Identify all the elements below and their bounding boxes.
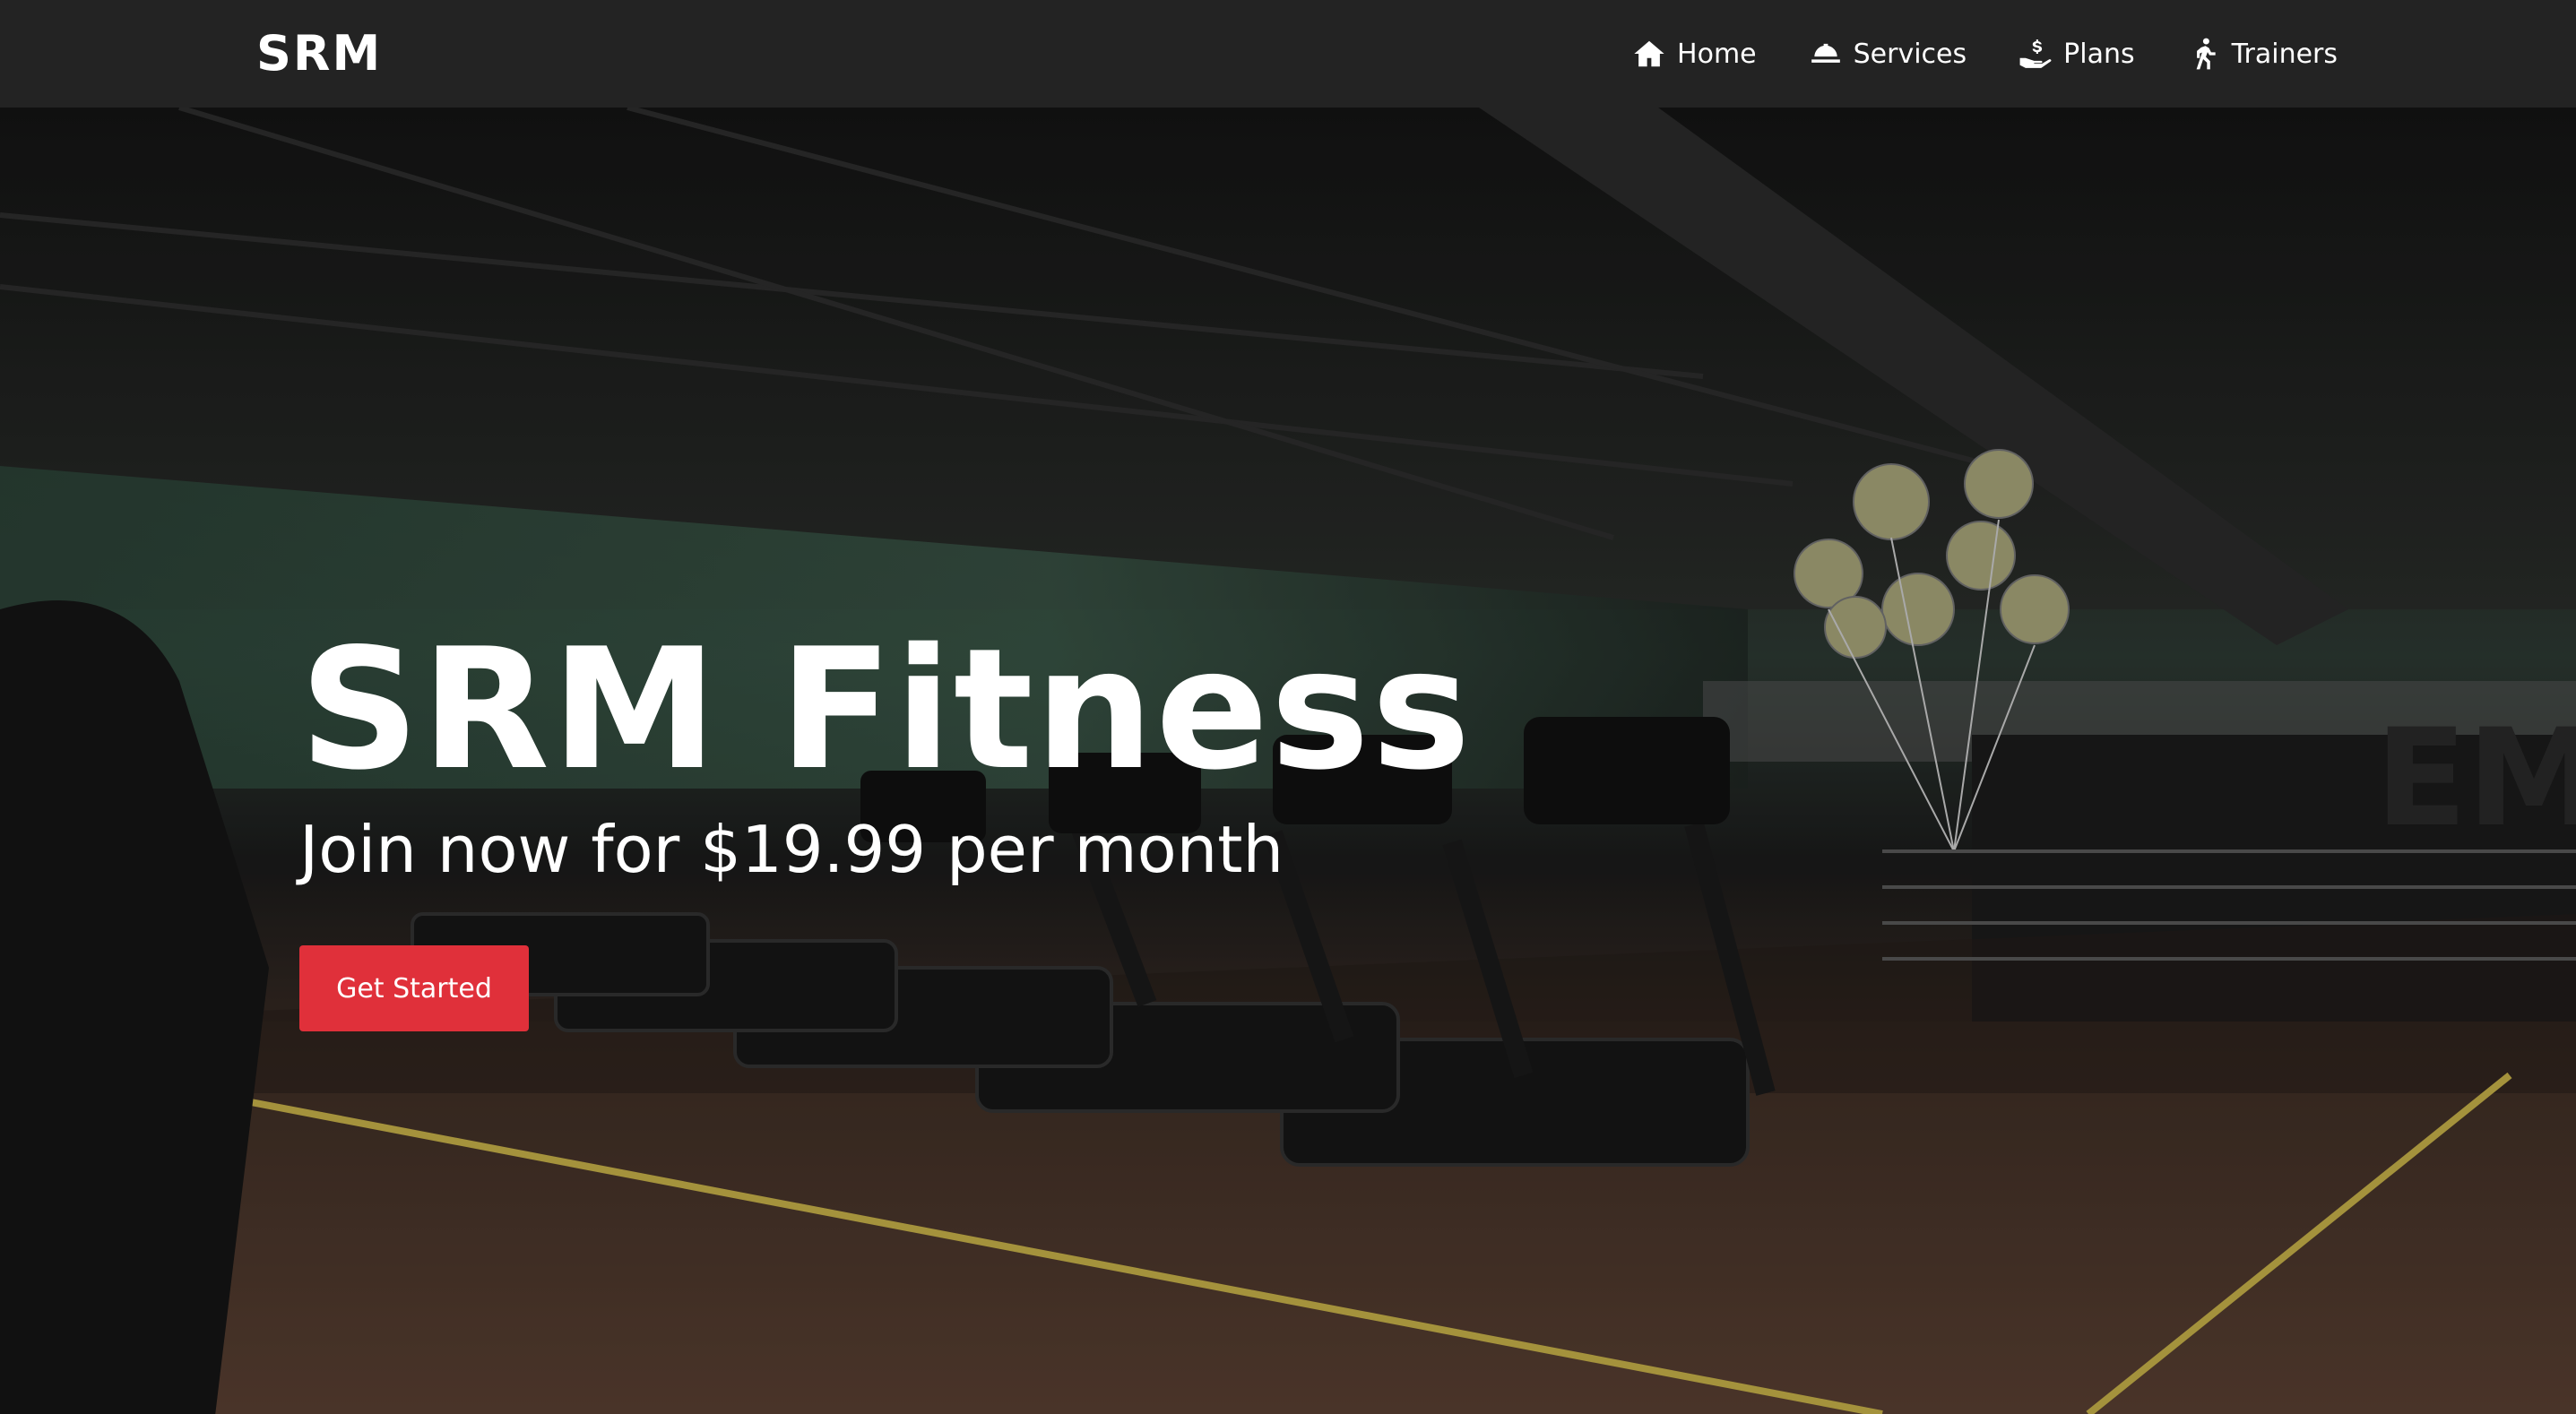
hand-holding-dollar-icon xyxy=(2019,39,2052,68)
get-started-button[interactable]: Get Started xyxy=(299,945,529,1031)
running-person-icon xyxy=(2196,38,2216,70)
nav-item-label: Home xyxy=(1677,38,1757,70)
top-navbar: SRM Home Services Plans Trainers xyxy=(0,0,2576,108)
nav-item-home[interactable]: Home xyxy=(1606,0,1783,108)
nav-item-label: Services xyxy=(1853,38,1967,70)
nav-item-label: Trainers xyxy=(2231,38,2338,70)
nav-item-trainers[interactable]: Trainers xyxy=(2161,0,2338,108)
nav-item-plans[interactable]: Plans xyxy=(1993,0,2160,108)
hero-subtitle: Join now for $19.99 per month xyxy=(299,812,1284,887)
hero-content: SRM Fitness Join now for $19.99 per mont… xyxy=(299,108,1733,1414)
hero-title: SRM Fitness xyxy=(299,612,1473,806)
service-bell-icon xyxy=(1811,43,1840,63)
nav-item-label: Plans xyxy=(2063,38,2135,70)
nav-links: Home Services Plans Trainers xyxy=(1606,0,2338,108)
brand-logo[interactable]: SRM xyxy=(256,25,382,82)
home-icon xyxy=(1634,40,1664,67)
nav-item-services[interactable]: Services xyxy=(1783,0,1993,108)
hero-section: EM SRM Fitness Join now for $19.99 per m… xyxy=(0,108,2576,1414)
